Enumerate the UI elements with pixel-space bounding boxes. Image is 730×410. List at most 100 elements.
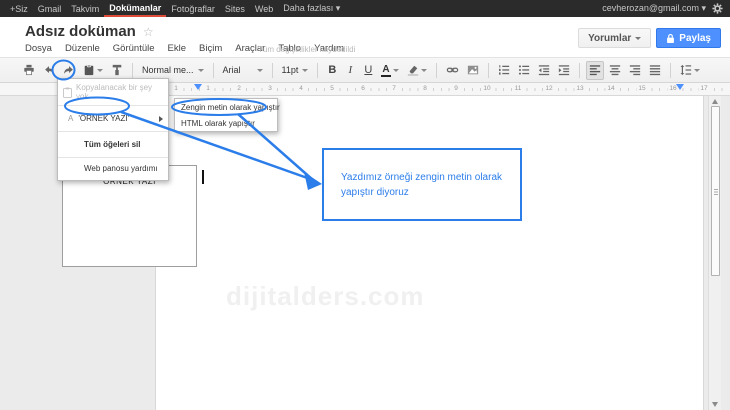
menu-dosya[interactable]: Dosya (25, 43, 52, 54)
paragraph-style-dropdown[interactable]: Normal me... (139, 61, 207, 80)
toolbar-separator (213, 63, 214, 78)
insert-image-button[interactable] (464, 61, 482, 80)
topbar-link-sites[interactable]: Sites (220, 0, 250, 17)
align-left-icon (589, 64, 601, 76)
vertical-scrollbar[interactable] (708, 96, 721, 410)
ruler-number: 5 (328, 85, 336, 92)
chevron-down-icon (694, 69, 700, 72)
scrollbar-thumb[interactable] (711, 106, 720, 276)
highlight-color-button[interactable] (404, 61, 430, 80)
ruler-number: 3 (266, 85, 274, 92)
topbar-link-takvim[interactable]: Takvim (66, 0, 104, 17)
left-indent-marker[interactable] (194, 84, 202, 90)
ruler-number: 8 (421, 85, 429, 92)
indent-icon (558, 64, 570, 76)
topbar-link-fotograflar[interactable]: Fotoğraflar (166, 0, 220, 17)
ruler-number: 15 (636, 85, 647, 92)
line-spacing-button[interactable] (677, 61, 703, 80)
chevron-down-icon (302, 69, 308, 72)
align-center-button[interactable] (606, 61, 624, 80)
document-page[interactable]: dijitalders.com (155, 96, 704, 410)
scroll-down-arrow-icon[interactable] (712, 402, 718, 407)
paste-submenu: Zengin metin olarak yapıştır HTML olarak… (174, 98, 278, 132)
toolbar-separator (272, 63, 273, 78)
text-cursor (202, 170, 204, 184)
ruler-number: 13 (574, 85, 585, 92)
chevron-down-icon (257, 69, 263, 72)
numbered-list-icon (498, 64, 510, 76)
ruler-number: 10 (481, 85, 492, 92)
menu-item-delete-all[interactable]: Tüm öğeleri sil (58, 132, 168, 157)
chevron-down-icon (635, 37, 641, 40)
bulleted-list-icon (518, 64, 530, 76)
paint-format-button[interactable] (108, 61, 126, 80)
toolbar-separator (488, 63, 489, 78)
menu-duzenle[interactable]: Düzenle (65, 43, 100, 54)
menu-item-clipboard-entry[interactable]: A 'ÖRNEK YAZI' (58, 106, 168, 131)
menu-item-paste-html[interactable]: HTML olarak yapıştır (175, 115, 277, 131)
ruler-number: 1 (204, 85, 212, 92)
bulleted-list-button[interactable] (515, 61, 533, 80)
document-title[interactable]: Adsız doküman (25, 23, 136, 40)
topbar-link-dokumanlar[interactable]: Dokümanlar (104, 0, 166, 17)
chevron-down-icon (198, 69, 204, 72)
ruler-number: 7 (390, 85, 398, 92)
save-status: Tüm değişiklikler kaydedildi (258, 45, 355, 54)
gear-icon[interactable] (712, 3, 723, 14)
topbar-link-siz[interactable]: +Siz (5, 0, 33, 17)
align-right-button[interactable] (626, 61, 644, 80)
align-left-button[interactable] (586, 61, 604, 80)
text-color-button[interactable]: A (378, 61, 401, 80)
align-right-icon (629, 64, 641, 76)
watermark: dijitalders.com (226, 281, 425, 312)
web-clipboard-button[interactable] (80, 61, 106, 80)
indent-button[interactable] (555, 61, 573, 80)
ruler-number: 2 (235, 85, 243, 92)
numbered-list-button[interactable] (495, 61, 513, 80)
underline-button[interactable]: U (360, 61, 376, 80)
account-menu[interactable]: cevherozan@gmail.com ▾ (602, 3, 706, 14)
menu-ekle[interactable]: Ekle (168, 43, 186, 54)
align-center-icon (609, 64, 621, 76)
topbar-link-web[interactable]: Web (250, 0, 278, 17)
insert-image-icon (467, 64, 479, 76)
chevron-down-icon (421, 69, 427, 72)
chevron-down-icon (393, 69, 399, 72)
font-size-dropdown[interactable]: 11pt (279, 61, 312, 80)
star-icon[interactable]: ☆ (143, 26, 154, 38)
header-actions: Yorumlar Paylaş (578, 28, 721, 48)
print-button[interactable] (20, 61, 38, 80)
web-clipboard-icon (83, 64, 95, 76)
italic-button[interactable]: I (342, 61, 358, 80)
paint-format-icon (111, 64, 123, 76)
menu-bicim[interactable]: Biçim (199, 43, 222, 54)
menu-item-nothing-to-copy: Kopyalanacak bir şey yok (58, 79, 168, 105)
justify-button[interactable] (646, 61, 664, 80)
topbar-link-gmail[interactable]: Gmail (33, 0, 67, 17)
right-indent-marker[interactable] (676, 84, 684, 90)
scroll-up-arrow-icon[interactable] (712, 99, 718, 104)
topbar-link-daha-fazlasi[interactable]: Daha fazlası ▾ (278, 0, 345, 17)
comments-button[interactable]: Yorumlar (578, 28, 651, 48)
annotation-callout-text: Yazdımız örneği zengin metin olarak yapı… (341, 170, 511, 200)
outdent-button[interactable] (535, 61, 553, 80)
ruler-number: 1 (172, 85, 180, 92)
undo-button[interactable] (40, 61, 58, 80)
title-row: Adsız doküman ☆ (25, 23, 154, 40)
font-dropdown[interactable]: Arial (220, 61, 266, 80)
ruler-number: 12 (543, 85, 554, 92)
insert-link-button[interactable] (443, 61, 462, 80)
topbar-right: cevherozan@gmail.com ▾ (602, 0, 730, 17)
menu-item-paste-rich-text[interactable]: Zengin metin olarak yapıştır (175, 99, 277, 115)
annotation-callout: Yazdımız örneği zengin metin olarak yapı… (322, 148, 522, 221)
menu-item-clipboard-help[interactable]: Web panosu yardımı (58, 158, 168, 180)
web-clipboard-menu: Kopyalanacak bir şey yok A 'ÖRNEK YAZI' … (57, 78, 169, 181)
comments-button-label: Yorumlar (588, 33, 631, 44)
chevron-down-icon (97, 69, 103, 72)
scrollbar-grip (714, 189, 718, 195)
toolbar-separator (579, 63, 580, 78)
bold-button[interactable]: B (324, 61, 340, 80)
redo-button[interactable] (60, 61, 78, 80)
menu-goruntule[interactable]: Görüntüle (113, 43, 155, 54)
share-button[interactable]: Paylaş (656, 28, 721, 48)
